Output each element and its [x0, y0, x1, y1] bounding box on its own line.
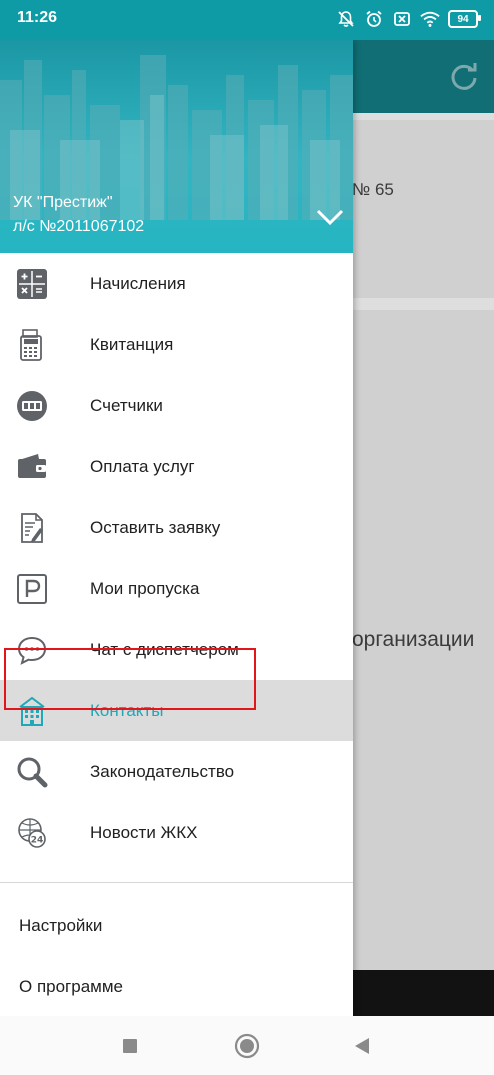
drawer-header[interactable]: УК "Престиж" л/с №2011067102: [0, 40, 353, 253]
menu-item-label: Квитанция: [90, 334, 174, 354]
menu-item-label: Начисления: [90, 273, 186, 293]
news-24-icon: 24: [16, 817, 48, 849]
svg-text:24: 24: [31, 836, 44, 846]
system-nav-bar: [0, 1016, 494, 1075]
refresh-icon[interactable]: [448, 60, 480, 92]
menu-item-label: Чат с диспетчером: [90, 639, 239, 659]
navigation-drawer: УК "Престиж" л/с №2011067102 Начисления …: [0, 40, 353, 1016]
menu-item-chat[interactable]: Чат с диспетчером: [0, 619, 353, 680]
bell-off-icon: [336, 9, 356, 29]
alarm-icon: [364, 9, 384, 29]
menu-item-label: Мои пропуска: [90, 578, 200, 598]
menu-item-label: Новости ЖКХ: [90, 822, 198, 842]
building-icon: [16, 695, 48, 727]
magnifier-icon: [16, 756, 48, 788]
battery-icon: 94: [448, 10, 481, 28]
wifi-icon: [420, 9, 440, 29]
menu-item-legislation[interactable]: Законодательство: [0, 741, 353, 802]
background-number: № 65: [352, 180, 394, 199]
parking-icon: [16, 573, 48, 605]
home-button[interactable]: [234, 1033, 260, 1059]
background-org-text: организации: [352, 628, 475, 651]
menu-item-news[interactable]: 24 Новости ЖКХ: [0, 802, 353, 863]
menu-item-passes[interactable]: Мои пропуска: [0, 558, 353, 619]
menu-item-contacts[interactable]: Контакты: [0, 680, 353, 741]
menu-item-label: Контакты: [90, 700, 164, 720]
status-time: 11:26: [17, 9, 58, 26]
calculator-icon: [16, 268, 48, 300]
recents-button[interactable]: [117, 1033, 143, 1059]
menu-item-receipt[interactable]: Квитанция: [0, 314, 353, 375]
menu-item-label: Законодательство: [90, 761, 235, 781]
menu-item-label: Оплата услуг: [90, 456, 195, 476]
request-icon: [16, 512, 48, 544]
status-bar: 11:26 94: [0, 0, 494, 40]
menu-item-charges[interactable]: Начисления: [0, 253, 353, 314]
menu-item-request[interactable]: Оставить заявку: [0, 497, 353, 558]
status-icons: 94: [336, 9, 481, 29]
header-account-number: л/с №2011067102: [13, 218, 145, 235]
header-org-name: УК "Престиж": [13, 194, 113, 211]
menu-item-payment[interactable]: Оплата услуг: [0, 436, 353, 497]
menu-item-settings[interactable]: Настройки: [19, 916, 102, 936]
menu-item-label: Счетчики: [90, 395, 163, 415]
chevron-down-icon[interactable]: [315, 206, 345, 228]
meter-icon: [16, 390, 48, 422]
menu-item-label: Оставить заявку: [90, 517, 221, 537]
menu-item-about[interactable]: О программе: [19, 977, 123, 997]
wallet-icon: [16, 451, 48, 483]
drawer-menu: Начисления Квитанция Счетчики Оплата усл…: [0, 253, 353, 863]
sim-x-icon: [392, 9, 412, 29]
chat-icon: [16, 634, 48, 666]
receipt-icon: [16, 329, 48, 361]
back-button[interactable]: [349, 1033, 375, 1059]
menu-item-meters[interactable]: Счетчики: [0, 375, 353, 436]
drawer-divider: [0, 882, 353, 883]
